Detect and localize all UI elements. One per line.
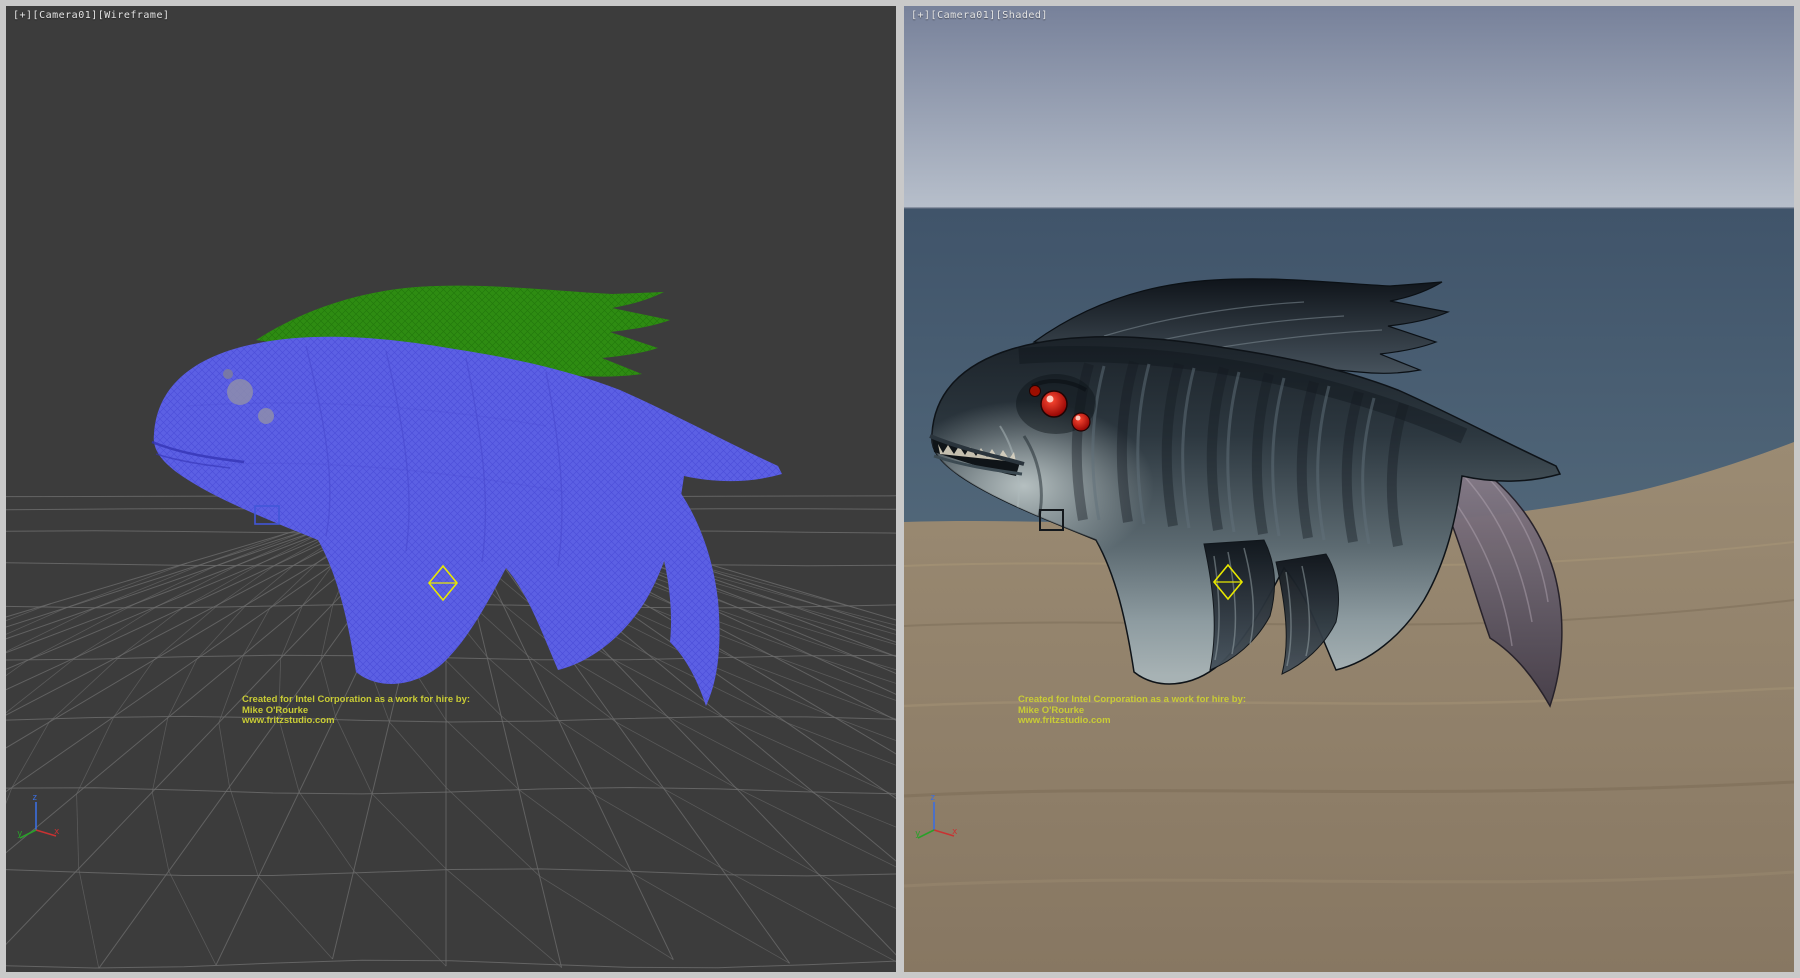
scene-attribution-text: Created for Intel Corporation as a work … — [1018, 695, 1246, 727]
axis-z-label: z — [930, 793, 935, 803]
shaded-scene-canvas[interactable] — [904, 6, 1794, 972]
axis-x-label: x — [952, 827, 958, 837]
sky — [904, 6, 1794, 208]
viewport-divider — [896, 0, 904, 978]
viewport-shaded[interactable]: [+][Camera01][Shaded] Created for Intel … — [904, 6, 1794, 972]
viewport-label-shaded[interactable]: [+][Camera01][Shaded] — [911, 10, 1048, 21]
scene-attribution-text: Created for Intel Corporation as a work … — [242, 695, 470, 727]
attribution-line3: www.fritzstudio.com — [242, 716, 470, 727]
axis-z-label: z — [32, 793, 37, 803]
max-dual-viewport-stage: [+][Camera01][Wireframe] Created for Int… — [0, 0, 1800, 978]
axis-y-label: y — [915, 829, 921, 839]
axis-y-label: y — [17, 829, 23, 839]
world-axis-tripod: z x y — [914, 792, 958, 842]
viewport-wireframe[interactable]: [+][Camera01][Wireframe] Created for Int… — [6, 6, 896, 972]
wireframe-scene-canvas[interactable] — [6, 6, 896, 972]
viewport-label-wireframe[interactable]: [+][Camera01][Wireframe] — [13, 10, 170, 21]
world-axis-tripod: z x y — [16, 792, 60, 842]
attribution-line3: www.fritzstudio.com — [1018, 716, 1246, 727]
fish-model-wireframe[interactable] — [152, 286, 782, 706]
axis-x-label: x — [54, 827, 60, 837]
